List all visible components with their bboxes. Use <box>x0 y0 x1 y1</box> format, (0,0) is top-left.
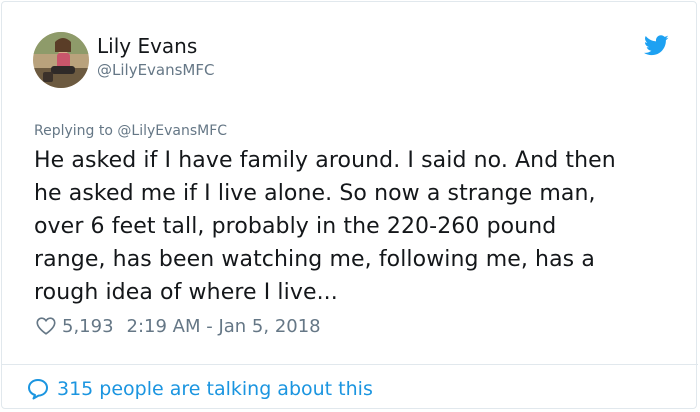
avatar-photo <box>33 32 89 88</box>
speech-bubble-icon <box>28 379 48 400</box>
divider <box>2 364 698 365</box>
tweet-text: He asked if I have family around. I said… <box>34 144 674 309</box>
tweet-line: range, has been watching me, following m… <box>34 247 595 272</box>
talking-count-label: 315 people are talking about this <box>57 378 373 400</box>
tweet-card: Lily Evans @LilyEvansMFC Replying to @Li… <box>1 1 698 409</box>
timestamp-link[interactable]: 2:19 AM - Jan 5, 2018 <box>127 316 321 337</box>
heart-icon[interactable] <box>35 315 57 337</box>
display-name[interactable]: Lily Evans <box>97 34 197 58</box>
tweet-line: rough idea of where I live... <box>34 280 338 305</box>
reply-mention-link[interactable]: @LilyEvansMFC <box>117 123 227 139</box>
tweet-line: He asked if I have family around. I said… <box>34 148 616 173</box>
reply-prefix: Replying to <box>34 123 118 139</box>
twitter-bird-icon[interactable] <box>644 35 669 56</box>
like-count[interactable]: 5,193 <box>62 316 114 337</box>
user-handle[interactable]: @LilyEvansMFC <box>97 60 214 80</box>
conversation-link[interactable]: 315 people are talking about this <box>26 375 373 403</box>
reply-context: Replying to @LilyEvansMFC <box>34 121 227 141</box>
tweet-line: over 6 feet tall, probably in the 220-26… <box>34 214 557 239</box>
tweet-meta: 5,193 2:19 AM - Jan 5, 2018 <box>35 313 321 339</box>
tweet-line: he asked me if I live alone. So now a st… <box>34 181 596 206</box>
avatar[interactable] <box>33 32 89 88</box>
